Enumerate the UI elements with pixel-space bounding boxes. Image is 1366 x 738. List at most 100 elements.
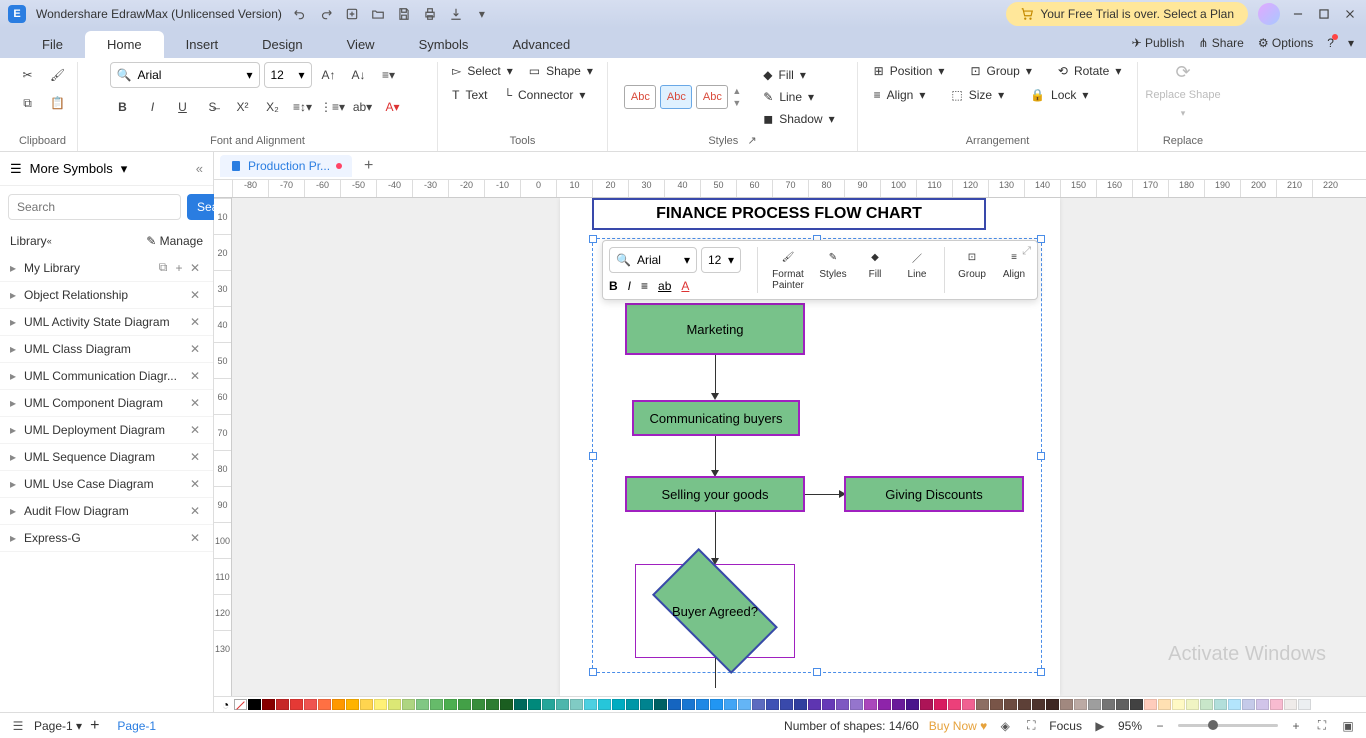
style-scroll-up[interactable]: ▲ [732, 86, 741, 96]
flowchart-title[interactable]: FINANCE PROCESS FLOW CHART [592, 198, 986, 230]
help-icon[interactable]: ? [1327, 36, 1334, 50]
style-scroll-down[interactable]: ▼ [732, 98, 741, 108]
color-swatch[interactable] [878, 699, 891, 710]
color-swatch[interactable] [430, 699, 443, 710]
color-swatch[interactable] [1158, 699, 1171, 710]
color-swatch[interactable] [1088, 699, 1101, 710]
export-icon[interactable] [448, 6, 464, 22]
page-select[interactable]: Page-1 ▾ [34, 719, 82, 733]
color-swatch[interactable] [920, 699, 933, 710]
mini-group[interactable]: ⊡Group [955, 247, 989, 293]
color-swatch[interactable] [640, 699, 653, 710]
mini-format-painter[interactable]: 🖌Format Painter [768, 247, 808, 293]
format-painter-icon[interactable]: 🖌 [45, 62, 71, 88]
new-icon[interactable] [344, 6, 360, 22]
open-icon[interactable] [370, 6, 386, 22]
color-swatch[interactable] [1242, 699, 1255, 710]
library-item[interactable]: ▸UML Sequence Diagram✕ [0, 444, 213, 471]
mini-highlight-icon[interactable]: ab [658, 279, 671, 293]
collapse-sidebar-icon[interactable]: « [196, 161, 203, 176]
color-swatch[interactable] [1284, 699, 1297, 710]
color-swatch[interactable] [500, 699, 513, 710]
presentation-icon[interactable]: ▶ [1092, 718, 1108, 734]
color-swatch[interactable] [1004, 699, 1017, 710]
text-tool[interactable]: T Text [446, 86, 493, 104]
bold-icon[interactable]: B [110, 94, 136, 120]
color-swatch[interactable] [262, 699, 275, 710]
size-button[interactable]: ⬚ Size▾ [945, 86, 1010, 104]
color-swatch[interactable] [1144, 699, 1157, 710]
library-item[interactable]: ▸Audit Flow Diagram✕ [0, 498, 213, 525]
color-swatch[interactable] [332, 699, 345, 710]
color-swatch[interactable] [598, 699, 611, 710]
color-swatch[interactable] [1214, 699, 1227, 710]
color-swatch[interactable] [794, 699, 807, 710]
menu-design[interactable]: Design [240, 31, 324, 58]
group-button[interactable]: ⊡ Group▾ [964, 62, 1037, 80]
superscript-icon[interactable]: X² [230, 94, 256, 120]
font-name-select[interactable]: 🔍 Arial▾ [110, 62, 260, 88]
paste-icon[interactable]: 📋 [45, 90, 71, 116]
library-item[interactable]: ▸Object Relationship✕ [0, 282, 213, 309]
color-swatch[interactable] [514, 699, 527, 710]
color-swatch[interactable] [990, 699, 1003, 710]
italic-icon[interactable]: I [140, 94, 166, 120]
style-chip-2[interactable]: Abc [660, 85, 692, 109]
highlight-icon[interactable]: ab▾ [350, 94, 376, 120]
mini-italic-icon[interactable]: I [628, 279, 631, 293]
position-button[interactable]: ⊞ Position▾ [868, 62, 951, 80]
mini-line[interactable]: ／Line [900, 247, 934, 293]
undo-icon[interactable] [292, 6, 308, 22]
color-swatch[interactable] [668, 699, 681, 710]
color-swatch[interactable] [962, 699, 975, 710]
menu-home[interactable]: Home [85, 31, 164, 58]
copy-icon[interactable]: ⧉ [15, 90, 41, 116]
flowchart-box-marketing[interactable]: Marketing [625, 303, 805, 355]
color-swatch[interactable] [976, 699, 989, 710]
menu-symbols[interactable]: Symbols [397, 31, 491, 58]
library-item[interactable]: ▸Express-G✕ [0, 525, 213, 552]
color-swatch[interactable] [1046, 699, 1059, 710]
color-swatch[interactable] [850, 699, 863, 710]
lock-button[interactable]: 🔒 Lock▾ [1024, 86, 1094, 104]
cut-icon[interactable]: ✂ [15, 62, 41, 88]
flowchart-box-selling[interactable]: Selling your goods [625, 476, 805, 512]
zoom-slider[interactable] [1178, 724, 1278, 727]
color-swatch[interactable] [304, 699, 317, 710]
style-chip-3[interactable]: Abc [696, 85, 728, 109]
add-page-button[interactable]: + [90, 717, 99, 735]
flowchart-box-discounts[interactable]: Giving Discounts [844, 476, 1024, 512]
color-swatch[interactable] [836, 699, 849, 710]
color-swatch[interactable] [486, 699, 499, 710]
library-item[interactable]: ▸My Library⧉+✕ [0, 254, 213, 282]
color-swatch[interactable] [864, 699, 877, 710]
flowchart-box-communicating[interactable]: Communicating buyers [632, 400, 800, 436]
trial-banner[interactable]: Your Free Trial is over. Select a Plan [1006, 2, 1248, 26]
line-spacing-icon[interactable]: ≡↕▾ [290, 94, 316, 120]
new-tab-button[interactable]: + [358, 157, 379, 175]
font-size-select[interactable]: 12▾ [264, 62, 312, 88]
share-button[interactable]: ⋔ Share [1198, 36, 1243, 50]
print-icon[interactable] [422, 6, 438, 22]
fit-page-icon[interactable]: ⛶ [1314, 718, 1330, 734]
more-icon[interactable]: ▾ [474, 6, 490, 22]
color-swatch[interactable] [696, 699, 709, 710]
doc-tab-1[interactable]: Production Pr... [220, 155, 352, 177]
color-swatch[interactable] [388, 699, 401, 710]
zoom-in-icon[interactable]: + [1288, 718, 1304, 734]
mini-font-size[interactable]: 12▾ [701, 247, 741, 273]
color-swatch[interactable] [1032, 699, 1045, 710]
color-swatch[interactable] [1130, 699, 1143, 710]
focus-label[interactable]: Focus [1049, 719, 1082, 733]
decrease-font-icon[interactable]: A↓ [346, 62, 372, 88]
color-swatch[interactable] [1102, 699, 1115, 710]
color-swatch[interactable] [682, 699, 695, 710]
color-swatch[interactable] [1172, 699, 1185, 710]
color-swatch[interactable] [360, 699, 373, 710]
zoom-out-icon[interactable]: − [1152, 718, 1168, 734]
color-swatch[interactable] [346, 699, 359, 710]
pin-icon[interactable]: ⤢ [1022, 245, 1031, 258]
color-swatch[interactable] [556, 699, 569, 710]
color-swatch[interactable] [444, 699, 457, 710]
color-swatch[interactable] [276, 699, 289, 710]
